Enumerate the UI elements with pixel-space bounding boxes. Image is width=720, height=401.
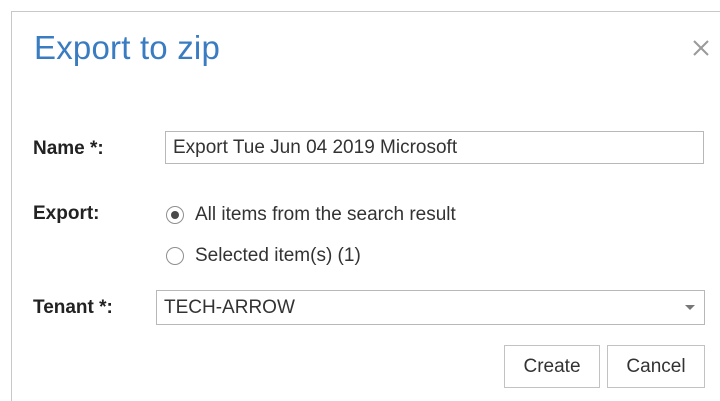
export-option-selected-label: Selected item(s) (1) xyxy=(195,245,361,266)
export-option-all-label: All items from the search result xyxy=(195,204,456,225)
tenant-select-value: TECH-ARROW xyxy=(164,296,295,318)
radio-selected-items[interactable] xyxy=(166,247,184,265)
radio-selected-dot xyxy=(171,211,179,219)
name-label: Name *: xyxy=(33,138,104,159)
dialog-title: Export to zip xyxy=(34,29,221,66)
close-icon xyxy=(693,40,709,56)
close-button[interactable] xyxy=(686,33,716,63)
tenant-label: Tenant *: xyxy=(33,297,113,318)
name-input[interactable] xyxy=(165,131,704,164)
export-option-all[interactable]: All items from the search result xyxy=(166,204,456,226)
chevron-down-icon xyxy=(685,305,695,310)
tenant-select[interactable]: TECH-ARROW xyxy=(156,290,705,325)
export-option-selected[interactable]: Selected item(s) (1) xyxy=(166,245,361,267)
radio-all-items[interactable] xyxy=(166,206,184,224)
export-dialog: Export to zip Name *: Export: All items … xyxy=(11,11,720,401)
create-button[interactable]: Create xyxy=(504,345,600,388)
export-label: Export: xyxy=(33,203,100,224)
cancel-button[interactable]: Cancel xyxy=(607,345,705,388)
